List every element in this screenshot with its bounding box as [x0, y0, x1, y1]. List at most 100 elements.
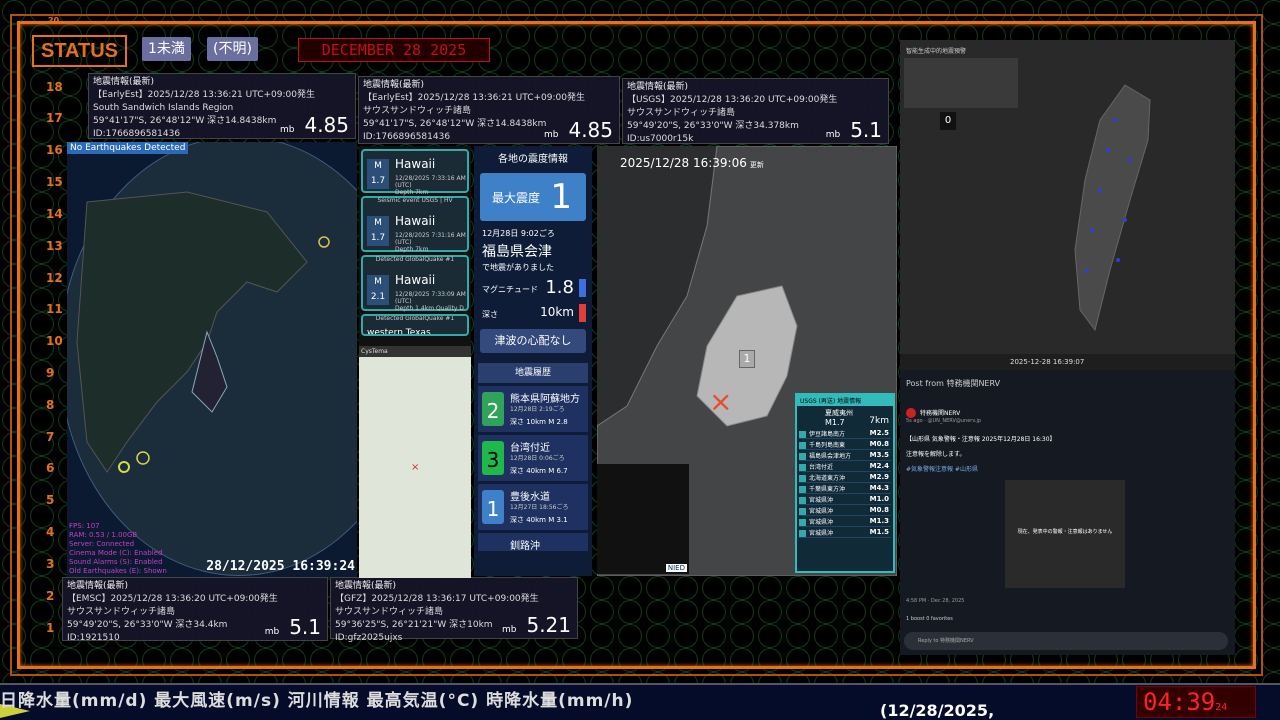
usgs-row-mag: M0.8 — [869, 506, 889, 514]
usgs-row-mag: M2.4 — [869, 462, 889, 470]
feed-item[interactable]: Detected GlobalQuake #1 western Texas — [361, 314, 469, 336]
ruler-label: 18 — [46, 80, 63, 94]
map-time-value: 2025/12/28 16:39:06 — [620, 156, 747, 170]
usgs-row[interactable]: 宮城県沖 M0.8 — [799, 506, 891, 516]
usgs-row-mag: M1.0 — [869, 495, 889, 503]
usgs-row-icon — [799, 486, 806, 493]
magnitude-value: 1.8 — [545, 277, 574, 298]
usgs-row-place: 北海道東方沖 — [809, 475, 846, 482]
post-body-2: 注意報を解除します。 — [906, 451, 966, 458]
usgs-row-icon — [799, 464, 806, 471]
card-header: 地震情報(最新) — [627, 82, 689, 92]
post-handle: 5s ago · @UN_NERV@unerv.jp — [906, 418, 982, 424]
post-header: Post from 特務機関NERV — [906, 379, 1001, 388]
ruler-label: 14 — [46, 207, 63, 221]
usgs-row-mag: M3.5 — [869, 451, 889, 459]
card-magnitude: mb 4.85 — [544, 120, 613, 142]
reply-input[interactable]: Reply to 特務機関NERV — [904, 632, 1228, 650]
mag-value: 5.21 — [526, 613, 571, 637]
map-time: 2025/12/28 16:39:06 更新 — [620, 156, 764, 170]
mag-label: mb — [825, 130, 841, 140]
intensity-panel: 各地の震度情報 最大震度 1 12月28日 9:02ごろ 福島県会津 で地震があ… — [474, 146, 592, 576]
epicenter-icon: × — [411, 462, 420, 473]
ruler-label: 16 — [46, 143, 63, 157]
max-intensity-label: 最大震度 — [492, 191, 541, 205]
usgs-row-icon — [799, 519, 806, 526]
globe-land — [76, 191, 330, 473]
taiwan-panel[interactable]: 智能生成中的地震預警 0 2025-12-28 16:39:07 — [900, 40, 1235, 370]
usgs-row-place: 千島列島南東 — [809, 442, 846, 449]
ruler-label: 12 — [46, 271, 63, 285]
avatar[interactable] — [906, 408, 916, 418]
history-name: 熊本県阿蘇地方 — [510, 394, 580, 405]
mag-label: mb — [501, 625, 517, 635]
ruler-label: 4 — [46, 525, 55, 539]
ruler-label: 15 — [46, 175, 63, 189]
card-source: 【EarlyEst】2025/12/28 13:36:21 UTC+09:00発… — [93, 90, 315, 100]
digital-clock: 04:3924 — [1136, 686, 1256, 718]
taiwan-map — [1074, 84, 1151, 332]
old-quakes-text: Old Earthquakes (E): Shown — [69, 567, 167, 575]
nied-inset[interactable]: NIED — [597, 464, 689, 574]
usgs-row[interactable]: 北海道東方沖 M2.9 — [799, 473, 891, 483]
usgs-row[interactable]: 千葉県東方沖 M4.3 — [799, 484, 891, 494]
post-tags[interactable]: #気象警報注意報 #山形県 — [906, 464, 978, 473]
usgs-row[interactable]: 福島県会津地方 M3.5 — [799, 451, 891, 461]
quake-card-earlyest-en: 地震情報(最新) 【EarlyEst】2025/12/28 13:36:21 U… — [88, 73, 356, 139]
usgs-row[interactable]: 伊豆諸島南方 M2.5 — [799, 429, 891, 439]
quake-date: 12月28日 9:02ごろ — [482, 229, 555, 238]
history-item[interactable]: 釧路沖 — [478, 533, 588, 551]
card-magnitude: mb 5.1 — [825, 120, 882, 142]
usgs-row[interactable]: 千島列島南東 M0.8 — [799, 440, 891, 450]
cystema-title: CysTema — [359, 346, 471, 357]
max-intensity-box: 最大震度 1 — [480, 173, 586, 221]
history-date: 12月28日 2:19ごろ — [510, 406, 565, 413]
usgs-row[interactable]: 宮城県沖 M1.5 — [799, 528, 891, 538]
usgs-row[interactable]: 台湾付近 M2.4 — [799, 462, 891, 472]
ruler-label: 9 — [46, 366, 55, 380]
feed-name: western Texas — [367, 328, 431, 336]
taiwan-counter: 0 — [940, 112, 956, 130]
usgs-row[interactable]: 宮城県沖 M1.0 — [799, 495, 891, 505]
history-name: 釧路沖 — [510, 541, 540, 551]
usgs-row-place: 宮城県沖 — [809, 530, 834, 537]
usgs-row-mag: M2.5 — [869, 429, 889, 437]
feed-name: Hawaii — [395, 273, 436, 287]
ruler-label: 5 — [46, 493, 55, 507]
feed-item[interactable]: M 1.7 Hawaii 12/28/2025 7:33:16 AM (UTC)… — [361, 149, 469, 196]
feed-item[interactable]: Detected GlobalQuake #1 M 2.1 Hawaii 12/… — [361, 255, 469, 312]
ruler-label: 11 — [46, 302, 63, 316]
globe-panel[interactable]: No Earthquakes Detected FPS: 107 RAM: 0.… — [67, 142, 357, 578]
history-item[interactable]: 2 熊本県阿蘇地方 12月28日 2:19ごろ 深さ 10km M 2.8 — [478, 386, 588, 432]
cystema-map[interactable]: CysTema × — [359, 346, 471, 578]
usgs-row-place: 宮城県沖 — [809, 508, 834, 515]
usgs-row[interactable]: 宮城県沖 M1.3 — [799, 517, 891, 527]
history-name: 台湾付近 — [510, 443, 550, 454]
card-region: サウスサンドウィッチ諸島 — [67, 607, 176, 617]
cinema-text: Cinema Mode (C): Enabled — [69, 549, 163, 557]
post-panel[interactable]: Post from 特務機関NERV 特務機関NERV 5s ago · @UN… — [900, 370, 1235, 655]
usgs-row-place: 台湾付近 — [809, 464, 834, 471]
history-mag: M 2.8 — [548, 418, 568, 426]
usgs-row-mag: M1.3 — [869, 517, 889, 525]
feed-item[interactable]: Seismic event USGS | HV M 1.7 Hawaii 12/… — [361, 196, 469, 253]
post-footer: 4:58 PM · Dec 28, 2025 — [906, 598, 965, 604]
usgs-row-mag: M0.8 — [869, 440, 889, 448]
history-item[interactable]: 3 台湾付近 12月28日 0:06ごろ 深さ 40km M 6.7 — [478, 435, 588, 481]
usgs-panel[interactable]: USGS (再送) 地震情報 夏威夷州 M1.7 7km 伊豆諸島南方 M2.5 … — [795, 393, 895, 573]
usgs-row-icon — [799, 475, 806, 482]
card-region: サウスサンドウィッチ諸島 — [363, 106, 472, 116]
history-depth: 深さ 40km M 6.7 — [510, 466, 568, 476]
magnitude-label: マグニチュード — [482, 285, 538, 294]
feed-mag: M 2.1 — [367, 275, 389, 305]
depth-bar — [579, 304, 586, 322]
post-image[interactable]: 現在、発表中の警報・注意報はありません — [1005, 480, 1125, 588]
history-title: 地震履歴 — [478, 363, 588, 383]
feed-name: Hawaii — [395, 157, 436, 171]
unknown-badge: (不明) — [207, 37, 258, 61]
quake-feed[interactable]: M 1.7 Hawaii 12/28/2025 7:33:16 AM (UTC)… — [359, 146, 471, 578]
history-item[interactable]: 1 豊後水道 12月27日 18:56ごろ 深さ 40km M 3.1 — [478, 484, 588, 530]
usgs-row-place: 伊豆諸島南方 — [809, 431, 846, 438]
feed-mag: M 1.7 — [367, 159, 389, 189]
ruler-label: 10 — [46, 334, 63, 348]
